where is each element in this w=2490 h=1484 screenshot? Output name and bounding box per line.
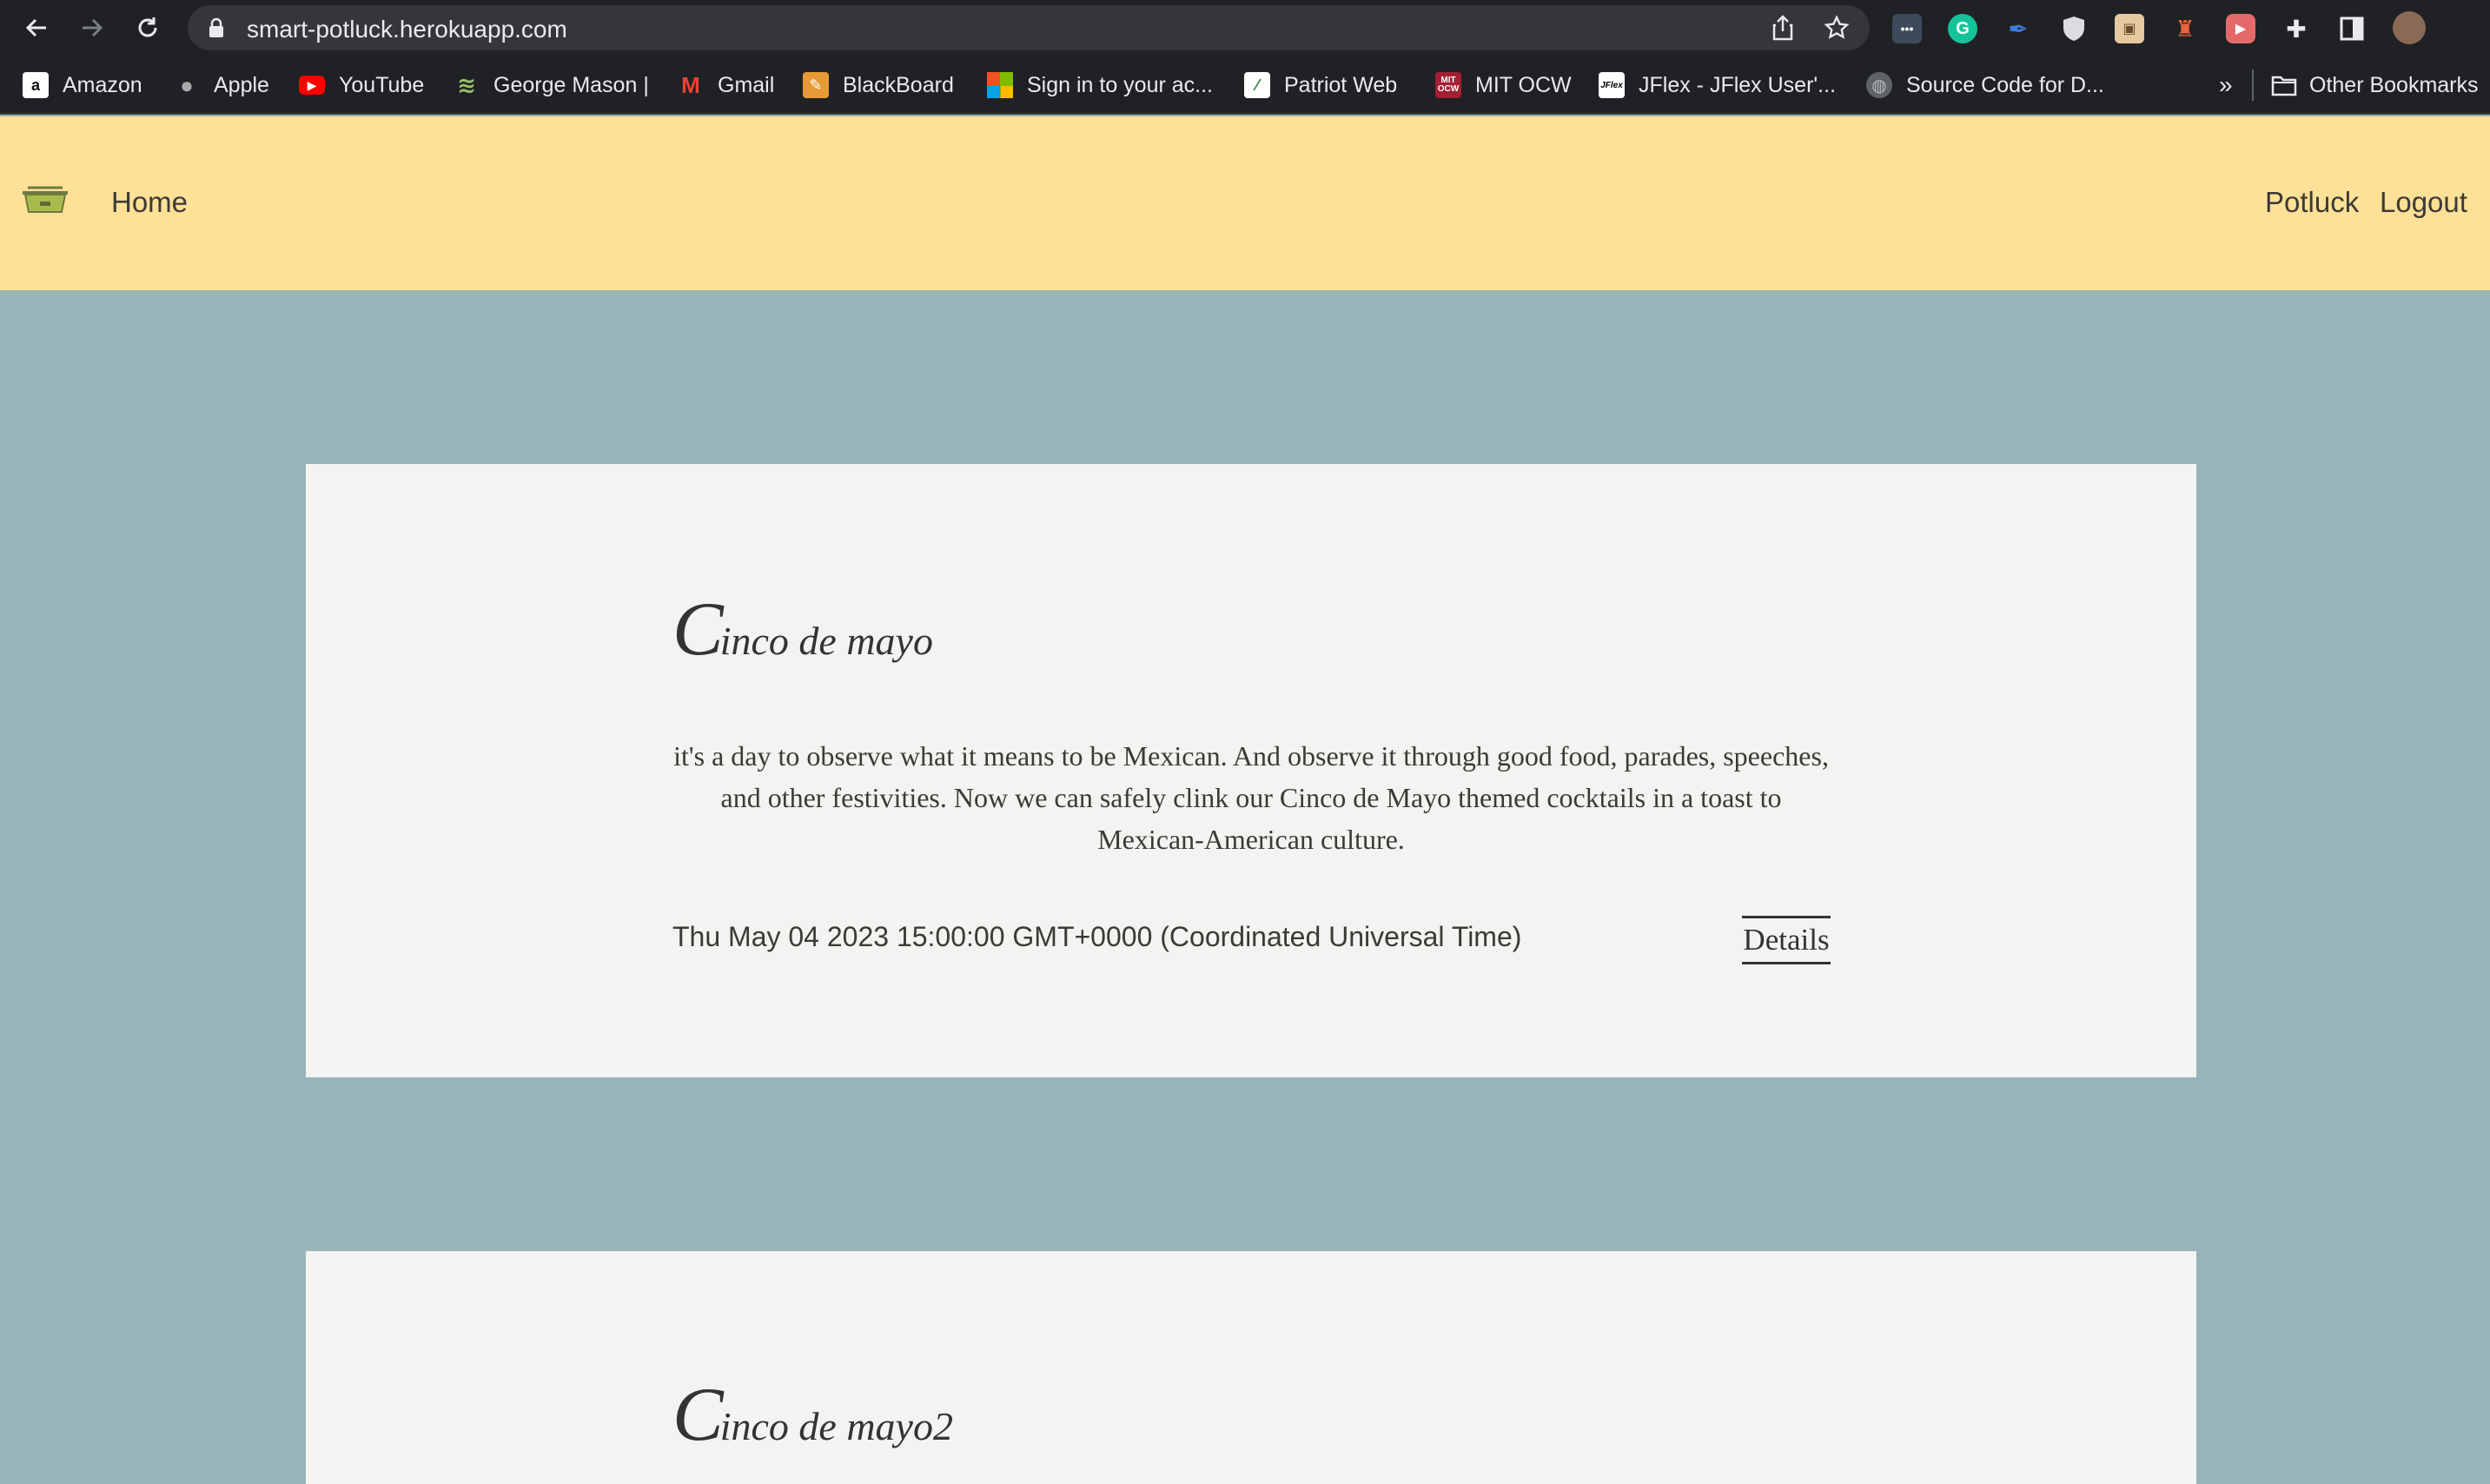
bookmarks-bar: a Amazon ● Apple ▶ YouTube ≋ George Maso… — [0, 56, 2490, 115]
url-text[interactable]: smart-potluck.herokuapp.com — [247, 16, 567, 43]
browser-toolbar: smart-potluck.herokuapp.com ••• G ✒ ▣ ♜ … — [0, 0, 2490, 56]
potluck-dish-logo-icon[interactable] — [19, 182, 71, 217]
patriot-web-icon: ⁄ — [1244, 72, 1270, 98]
grammarly-icon[interactable]: G — [1948, 14, 1977, 43]
puzzle-extensions-icon[interactable]: ✚ — [2281, 14, 2311, 43]
bookmark-sign-in[interactable]: Sign in to your ac... — [987, 70, 1213, 100]
bookmark-label: JFlex - JFlex User'... — [1639, 72, 1837, 97]
video-extension-icon[interactable]: ▶ — [2226, 14, 2255, 43]
side-panel-icon[interactable] — [2337, 14, 2367, 43]
bookmark-label: Apple — [214, 72, 269, 97]
overflow-chevron-icon: » — [2219, 71, 2233, 98]
bookmark-label: Sign in to your ac... — [1027, 72, 1214, 97]
bookmark-amazon[interactable]: a Amazon — [23, 70, 142, 100]
bookmark-apple[interactable]: ● Apple — [174, 70, 269, 100]
share-icon[interactable] — [1769, 14, 1797, 42]
briefcase-extension-icon[interactable]: ▣ — [2115, 14, 2144, 43]
jflex-icon: JFlex — [1599, 72, 1625, 98]
reload-icon[interactable] — [120, 0, 175, 56]
event-date: Thu May 04 2023 15:00:00 GMT+0000 (Coord… — [672, 921, 1522, 952]
event-card: Cinco de mayo it's a day to observe what… — [306, 464, 2196, 1077]
bookmark-mit-ocw[interactable]: MIT OCW MIT OCW — [1435, 70, 1572, 100]
bookmark-label: YouTube — [339, 72, 425, 97]
bookmark-youtube[interactable]: ▶ YouTube — [299, 70, 424, 100]
event-title: Cinco de mayo — [672, 586, 933, 673]
george-mason-icon: ≋ — [457, 71, 476, 98]
bookmark-label: Patriot Web — [1284, 72, 1398, 97]
title-initial: C — [672, 587, 724, 672]
pen-extension-icon[interactable]: ✒ — [2003, 14, 2033, 43]
details-label: Details — [1743, 923, 1830, 957]
other-bookmarks-folder[interactable]: Other Bookmarks — [2271, 70, 2479, 100]
bookmark-george-mason[interactable]: ≋ George Mason | — [454, 70, 649, 100]
event-description: it's a day to observe what it means to b… — [673, 740, 1829, 855]
nav-potluck-link[interactable]: Potluck — [2265, 186, 2359, 219]
title-rest: inco de mayo — [719, 619, 933, 663]
bookmark-label: Gmail — [718, 72, 775, 97]
title-initial: C — [672, 1373, 724, 1457]
bookmark-label: George Mason | — [493, 72, 649, 97]
apple-icon: ● — [180, 71, 194, 98]
address-bar[interactable]: smart-potluck.herokuapp.com — [188, 5, 1870, 50]
forward-arrow-icon[interactable] — [64, 0, 120, 56]
event-title: Cinco de mayo2 — [672, 1371, 953, 1459]
bookmark-gmail[interactable]: M Gmail — [678, 70, 774, 100]
nav-logout-link[interactable]: Logout — [2380, 186, 2467, 219]
globe-icon: ◍ — [1866, 72, 1892, 98]
blackboard-icon: ✎ — [803, 72, 829, 98]
bookmarks-divider — [2252, 70, 2254, 101]
bookmarks-overflow-button[interactable]: » — [2219, 70, 2233, 100]
profile-avatar-icon[interactable] — [2393, 11, 2426, 44]
bookmark-source-code[interactable]: ◍ Source Code for D... — [1866, 70, 2104, 100]
folder-icon — [2271, 72, 2297, 98]
bookmark-jflex[interactable]: JFlex JFlex - JFlex User'... — [1599, 70, 1836, 100]
rocket-extension-icon[interactable]: ♜ — [2170, 14, 2200, 43]
site-navbar: Home Potluck Logout — [0, 116, 2490, 290]
amazon-icon: a — [23, 72, 49, 98]
bookmark-blackboard[interactable]: ✎ BlackBoard — [803, 70, 954, 100]
bookmark-label: Amazon — [63, 72, 142, 97]
other-bookmarks-label: Other Bookmarks — [2309, 72, 2479, 97]
microsoft-icon — [987, 72, 1013, 98]
nav-home-link[interactable]: Home — [111, 186, 188, 219]
event-card: Cinco de mayo2 — [306, 1251, 2196, 1484]
back-arrow-icon[interactable] — [9, 0, 64, 56]
bookmark-label: Source Code for D... — [1906, 72, 2104, 97]
mit-ocw-icon: MIT OCW — [1435, 72, 1461, 98]
title-rest: inco de mayo2 — [719, 1404, 953, 1448]
youtube-icon: ▶ — [299, 76, 325, 95]
bookmark-label: MIT OCW — [1475, 72, 1572, 97]
gmail-icon: M — [681, 71, 700, 98]
extension-dots-icon[interactable]: ••• — [1892, 14, 1922, 43]
star-bookmark-icon[interactable] — [1823, 14, 1851, 42]
details-button[interactable]: Details — [1742, 916, 1831, 964]
lock-icon — [209, 17, 223, 37]
bookmark-label: BlackBoard — [843, 72, 954, 97]
shield-extension-icon[interactable] — [2059, 14, 2089, 43]
bookmark-patriot-web[interactable]: ⁄ Patriot Web — [1244, 70, 1397, 100]
